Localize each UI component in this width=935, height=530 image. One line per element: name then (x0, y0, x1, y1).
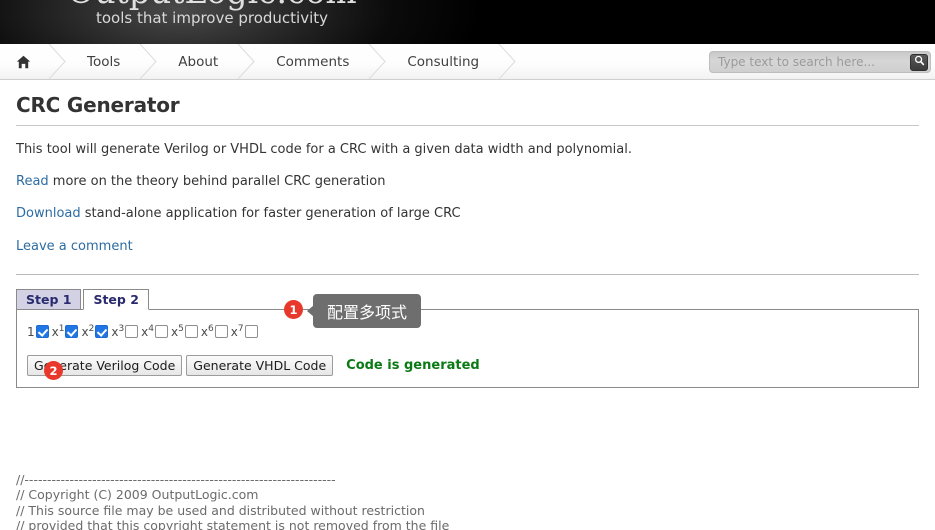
nav-item-tools[interactable]: Tools (71, 44, 136, 79)
nav-separator (45, 44, 71, 79)
nav-separator (365, 44, 391, 79)
tab-step-1[interactable]: Step 1 (16, 289, 82, 310)
main-navbar: Tools About Comments Consulting (0, 44, 935, 80)
polynomial-row: 1 x1 x2 x3 x4 x5 x6 x7 (27, 324, 261, 339)
generated-code-output[interactable]: //--------------------------------------… (16, 472, 921, 530)
annotation-callout-1: 配置多项式 (306, 294, 422, 328)
nav-separator (136, 44, 162, 79)
poly-checkbox-1[interactable] (35, 325, 49, 338)
download-link[interactable]: Download (16, 206, 81, 221)
site-banner: OutputLogic.com tools that improve produ… (0, 0, 935, 44)
site-logo[interactable]: OutputLogic.com tools that improve produ… (32, 0, 392, 27)
poly-term-label: 1 (27, 324, 35, 339)
nav-item-label: Tools (87, 53, 121, 70)
poly-checkbox-x3[interactable] (125, 325, 139, 338)
download-line: Download stand-alone application for fas… (16, 206, 935, 222)
poly-checkbox-x5[interactable] (184, 325, 198, 338)
home-icon (16, 55, 31, 69)
nav-item-label: Consulting (407, 53, 480, 70)
nav-items: Tools About Comments Consulting (0, 44, 521, 79)
logo-tagline: tools that improve productivity (95, 9, 329, 27)
poly-checkbox-x4[interactable] (155, 325, 169, 338)
nav-item-about[interactable]: About (162, 44, 234, 79)
tab-label: Step 2 (93, 292, 139, 307)
search-input[interactable] (710, 53, 910, 71)
page-title: CRC Generator (16, 93, 180, 117)
step2-panel: 1 x1 x2 x3 x4 x5 x6 x7 Generate Verilog … (16, 309, 919, 388)
generation-status: Code is generated (346, 358, 480, 373)
nav-item-home[interactable] (0, 44, 45, 79)
search-box[interactable] (709, 51, 931, 73)
page-content: CRC Generator This tool will generate Ve… (0, 80, 935, 388)
download-rest: stand-alone application for faster gener… (80, 206, 461, 221)
poly-term-label: x6 (200, 324, 214, 339)
poly-term-label: x3 (111, 324, 125, 339)
generate-buttons-row: Generate Verilog Code Generate VHDL Code… (27, 355, 480, 376)
step-tabs: Step 1 Step 2 (16, 288, 935, 310)
poly-checkbox-x6[interactable] (214, 325, 228, 338)
intro-paragraph: This tool will generate Verilog or VHDL … (16, 142, 633, 157)
nav-item-label: Comments (276, 53, 350, 70)
poly-checkbox-x1[interactable] (65, 325, 79, 338)
nav-item-consulting[interactable]: Consulting (391, 44, 495, 79)
section-divider (16, 274, 919, 275)
annotation-badge-1: 1 (284, 300, 303, 319)
read-more-link[interactable]: Read (16, 174, 49, 189)
nav-item-label: About (178, 53, 219, 70)
poly-term-label: x2 (81, 324, 95, 339)
read-more-rest: more on the theory behind parallel CRC g… (48, 174, 386, 189)
poly-term-label: x4 (141, 324, 155, 339)
tab-label: Step 1 (26, 292, 72, 307)
annotation-callout-text: 配置多项式 (327, 303, 408, 322)
logo-text: OutputLogic.com (32, 0, 392, 10)
read-more-line: Read more on the theory behind parallel … (16, 174, 935, 190)
search-icon (914, 55, 925, 70)
poly-checkbox-x2[interactable] (95, 325, 109, 338)
nav-separator (234, 44, 260, 79)
nav-separator (495, 44, 521, 79)
generate-vhdl-button[interactable]: Generate VHDL Code (186, 355, 334, 376)
annotation-badge-2: 2 (44, 361, 63, 380)
search-button[interactable] (910, 53, 928, 71)
poly-term-label: x5 (171, 324, 184, 339)
poly-term-label: x1 (51, 324, 65, 339)
poly-checkbox-x7[interactable] (244, 325, 258, 338)
poly-term-label: x7 (230, 324, 244, 339)
nav-item-comments[interactable]: Comments (260, 44, 365, 79)
title-divider (16, 125, 919, 126)
tab-step-2[interactable]: Step 2 (83, 289, 149, 310)
leave-comment-link[interactable]: Leave a comment (16, 239, 935, 255)
